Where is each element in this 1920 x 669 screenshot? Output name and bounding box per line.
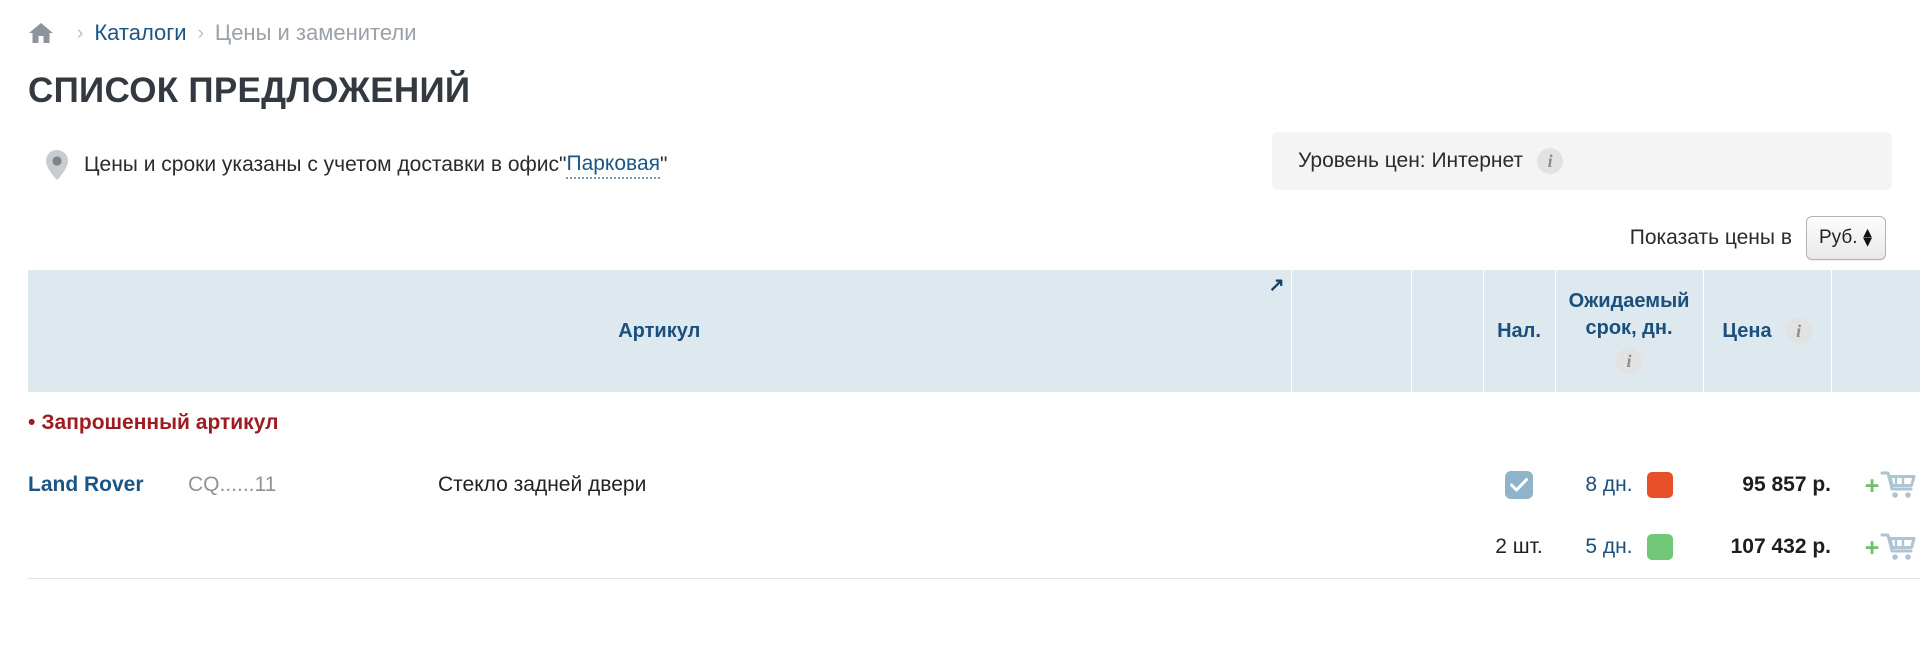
cart-icon xyxy=(1880,533,1916,560)
quote-open: " xyxy=(559,153,567,176)
cell-price: 95 857 р. xyxy=(1703,454,1832,516)
map-pin-icon xyxy=(44,149,70,181)
group-bullet: • xyxy=(28,411,36,434)
quote-close: " xyxy=(660,153,668,176)
breadcrumb-item-catalogs[interactable]: Каталоги xyxy=(94,20,186,46)
eta-inner: 8 дн. xyxy=(1585,472,1673,498)
cell-stock[interactable] xyxy=(1483,454,1556,516)
add-to-cart-button[interactable]: + xyxy=(1865,470,1919,500)
availability-chip xyxy=(1646,472,1673,498)
eta-info-icon[interactable]: i xyxy=(1616,348,1643,374)
cell-spacer xyxy=(1291,454,1412,516)
availability-chip xyxy=(1646,534,1673,560)
offers-page: › Каталоги › Цены и заменители СПИСОК ПР… xyxy=(0,0,1920,669)
office-link[interactable]: Парковая xyxy=(566,152,661,179)
column-header-eta-line1: Ожидаемый xyxy=(1568,290,1690,312)
column-header-article[interactable]: Артикул ↗ xyxy=(28,270,1292,392)
eta-days: 8 дн. xyxy=(1585,473,1633,496)
chevron-down-icon: ▼ xyxy=(1860,234,1875,251)
cell-spacer-2 xyxy=(1411,454,1484,516)
column-header-price[interactable]: Цена i xyxy=(1703,270,1832,392)
column-header-stock[interactable]: Нал. xyxy=(1483,270,1556,392)
breadcrumb-separator-2: › xyxy=(197,22,204,44)
delivery-note-text: Цены и сроки указаны с учетом доставки в… xyxy=(84,153,560,176)
cell-eta: 5 дн. xyxy=(1555,516,1704,579)
cell-eta: 8 дн. xyxy=(1555,454,1704,516)
breadcrumb: › Каталоги › Цены и заменители xyxy=(28,0,1892,56)
cell-price: 107 432 р. xyxy=(1703,516,1832,579)
group-header-cell: • Запрошенный артикул xyxy=(28,392,1920,454)
breadcrumb-separator-1: › xyxy=(77,22,84,44)
column-header-spacer xyxy=(1291,270,1412,392)
column-header-spacer-2 xyxy=(1411,270,1484,392)
column-header-article-label: Артикул xyxy=(618,319,701,342)
table-header-row: Артикул ↗ Нал. Ожидаемый срок, дн. i Цен… xyxy=(28,270,1920,392)
plus-icon: + xyxy=(1864,471,1880,500)
cell-part-name: Стекло задней двери xyxy=(438,454,1292,516)
column-header-price-inline: Цена i xyxy=(1704,318,1831,344)
stock-checkbox[interactable] xyxy=(1505,471,1534,499)
currency-label: Показать цены в xyxy=(1629,226,1792,249)
cell-cart[interactable]: + xyxy=(1831,516,1920,579)
cell-spacer xyxy=(1291,516,1412,579)
column-header-cart xyxy=(1831,270,1920,392)
select-stepper-arrows[interactable]: ▲ ▼ xyxy=(1860,225,1875,251)
price-level-panel: Уровень цен: Интернет i xyxy=(1272,132,1892,190)
cell-article-code: CQ......11 xyxy=(188,454,438,516)
column-header-eta[interactable]: Ожидаемый срок, дн. i xyxy=(1555,270,1704,392)
sort-arrow-icon[interactable]: ↗ xyxy=(1269,276,1285,295)
currency-select[interactable]: Руб. ▲ ▼ xyxy=(1806,216,1886,260)
add-to-cart-button[interactable]: + xyxy=(1865,532,1919,562)
cell-article-code xyxy=(188,516,438,579)
group-header-row: • Запрошенный артикул xyxy=(28,392,1920,454)
group-label-text: Запрошенный артикул xyxy=(41,411,279,434)
column-header-stock-label: Нал. xyxy=(1497,319,1541,342)
home-icon[interactable] xyxy=(28,21,54,45)
cell-cart[interactable]: + xyxy=(1831,454,1920,516)
column-header-price-label: Цена xyxy=(1722,319,1772,342)
group-label: • Запрошенный артикул xyxy=(28,411,278,434)
info-strip: Цены и сроки указаны с учетом доставки в… xyxy=(28,132,1892,196)
price-level-label: Уровень цен: Интернет xyxy=(1298,149,1524,172)
table-row[interactable]: 2 шт. 5 дн. 107 432 р. + xyxy=(28,516,1920,579)
column-header-eta-line2: срок, дн. xyxy=(1585,317,1673,339)
price-info-icon[interactable]: i xyxy=(1785,318,1812,344)
breadcrumb-item-current: Цены и заменители xyxy=(214,20,417,45)
brand-link[interactable]: Land Rover xyxy=(28,473,144,496)
currency-row: Показать цены в Руб. ▲ ▼ xyxy=(28,210,1892,266)
page-title: СПИСОК ПРЕДЛОЖЕНИЙ xyxy=(28,71,471,110)
cell-part-name xyxy=(438,516,1292,579)
eta-inner: 5 дн. xyxy=(1585,534,1673,560)
eta-days: 5 дн. xyxy=(1585,535,1633,558)
cell-brand xyxy=(28,516,188,579)
cell-stock-quantity: 2 шт. xyxy=(1483,516,1556,579)
column-header-eta-stack: Ожидаемый срок, дн. i xyxy=(1556,288,1703,374)
currency-selected-value: Руб. xyxy=(1819,227,1858,248)
offers-table: Артикул ↗ Нал. Ожидаемый срок, дн. i Цен… xyxy=(28,270,1920,579)
price-level-info-icon[interactable]: i xyxy=(1537,148,1564,174)
cell-brand: Land Rover xyxy=(28,454,188,516)
cart-icon xyxy=(1880,471,1916,498)
cell-spacer-2 xyxy=(1411,516,1484,579)
plus-icon: + xyxy=(1864,533,1880,562)
table-row[interactable]: Land Rover CQ......11 Стекло задней двер… xyxy=(28,454,1920,516)
